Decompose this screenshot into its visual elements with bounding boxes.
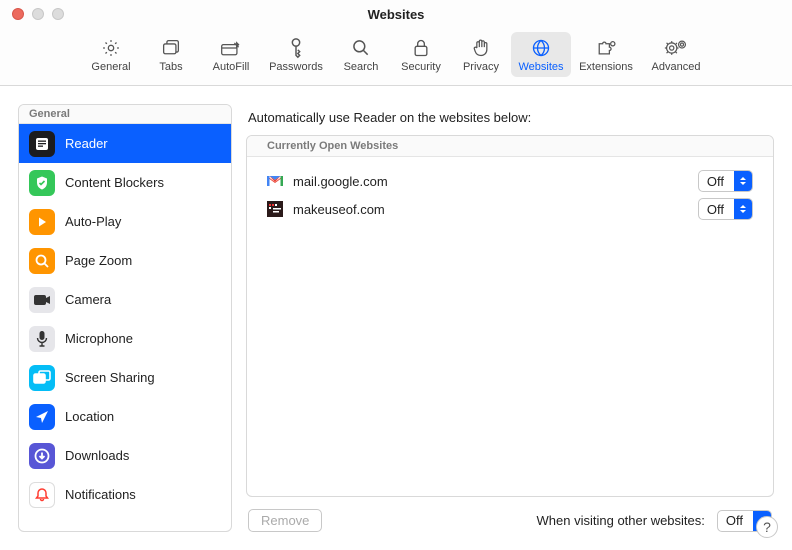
website-domain: makeuseof.com [293,202,688,217]
sidebar-item-camera[interactable]: Camera [19,280,231,319]
sidebar-item-label: Location [65,409,114,424]
sidebar-item-auto-play[interactable]: Auto-Play [19,202,231,241]
zoom-window-button[interactable] [52,8,64,20]
minimize-window-button[interactable] [32,8,44,20]
gmail-favicon [267,173,283,189]
website-domain: mail.google.com [293,174,688,189]
website-row[interactable]: mail.google.com Off [261,167,759,195]
tab-autofill[interactable]: AutoFill [201,32,261,77]
tab-label: Passwords [269,61,323,73]
help-button[interactable]: ? [756,516,778,538]
websites-frame: Currently Open Websites mail.google.com … [246,135,774,497]
sidebar-item-label: Auto-Play [65,214,121,229]
tab-label: General [91,61,130,73]
sidebar-item-downloads[interactable]: Downloads [19,436,231,475]
download-icon [29,443,55,469]
tab-search[interactable]: Search [331,32,391,77]
zoom-icon [29,248,55,274]
select-value: Off [699,174,734,189]
close-window-button[interactable] [12,8,24,20]
tab-label: Extensions [579,61,633,73]
key-icon [288,37,304,59]
website-list: mail.google.com Off makeuseof.com Off [247,157,773,233]
remove-button[interactable]: Remove [248,509,322,532]
titlebar: Websites [0,0,792,28]
sidebar-item-label: Downloads [65,448,129,463]
screen-sharing-icon [29,365,55,391]
tab-label: Security [401,61,441,73]
tab-label: Websites [518,61,563,73]
content-area: General Reader Content Blockers Auto-Pla… [0,86,792,550]
sidebar-item-page-zoom[interactable]: Page Zoom [19,241,231,280]
tab-label: AutoFill [213,61,250,73]
tab-security[interactable]: Security [391,32,451,77]
hand-icon [472,37,490,59]
chevron-up-down-icon [734,198,752,220]
tab-privacy[interactable]: Privacy [451,32,511,77]
chevron-up-down-icon [734,170,752,192]
tab-label: Tabs [159,61,182,73]
microphone-icon [29,326,55,352]
panel-description: Automatically use Reader on the websites… [248,110,774,125]
tab-label: Search [344,61,379,73]
sidebar-item-screen-sharing[interactable]: Screen Sharing [19,358,231,397]
lock-icon [412,37,430,59]
tab-passwords[interactable]: Passwords [261,32,331,77]
tab-label: Privacy [463,61,499,73]
section-header: Currently Open Websites [247,136,773,157]
globe-icon [531,37,551,59]
sidebar-item-label: Notifications [65,487,136,502]
select-value: Off [718,513,753,528]
reader-setting-select[interactable]: Off [698,170,753,192]
tab-label: Advanced [652,61,701,73]
sidebar-item-microphone[interactable]: Microphone [19,319,231,358]
sidebar-item-content-blockers[interactable]: Content Blockers [19,163,231,202]
sidebar-list: Reader Content Blockers Auto-Play Page Z… [19,124,231,531]
select-value: Off [699,202,734,217]
preferences-toolbar: General Tabs AutoFill Passwords Search S… [0,28,792,86]
tab-general[interactable]: General [81,32,141,77]
sidebar-item-location[interactable]: Location [19,397,231,436]
panel-footer: Remove When visiting other websites: Off [246,497,774,532]
gears-icon [664,37,688,59]
search-icon [351,37,371,59]
location-arrow-icon [29,404,55,430]
sidebar-item-label: Camera [65,292,111,307]
gear-icon [101,37,121,59]
makeuseof-favicon [267,201,283,217]
sidebar-item-reader[interactable]: Reader [19,124,231,163]
tabs-icon [161,37,181,59]
bell-icon [29,482,55,508]
sidebar-item-label: Reader [65,136,108,151]
tab-tabs[interactable]: Tabs [141,32,201,77]
website-row[interactable]: makeuseof.com Off [261,195,759,223]
reader-icon [29,131,55,157]
play-icon [29,209,55,235]
sidebar-item-label: Content Blockers [65,175,164,190]
tab-extensions[interactable]: Extensions [571,32,641,77]
reader-setting-select[interactable]: Off [698,198,753,220]
settings-sidebar: General Reader Content Blockers Auto-Pla… [18,104,232,532]
shield-check-icon [29,170,55,196]
camera-icon [29,287,55,313]
sidebar-item-notifications[interactable]: Notifications [19,475,231,514]
window-controls [0,8,64,20]
tab-websites[interactable]: Websites [511,32,571,77]
tab-advanced[interactable]: Advanced [641,32,711,77]
sidebar-item-label: Screen Sharing [65,370,155,385]
sidebar-item-label: Microphone [65,331,133,346]
pencil-card-icon [220,37,242,59]
window-title: Websites [0,7,792,22]
main-panel: Automatically use Reader on the websites… [246,104,774,532]
sidebar-item-label: Page Zoom [65,253,132,268]
other-websites-label: When visiting other websites: [537,513,705,528]
sidebar-section-header: General [19,105,231,124]
puzzle-icon [595,37,617,59]
